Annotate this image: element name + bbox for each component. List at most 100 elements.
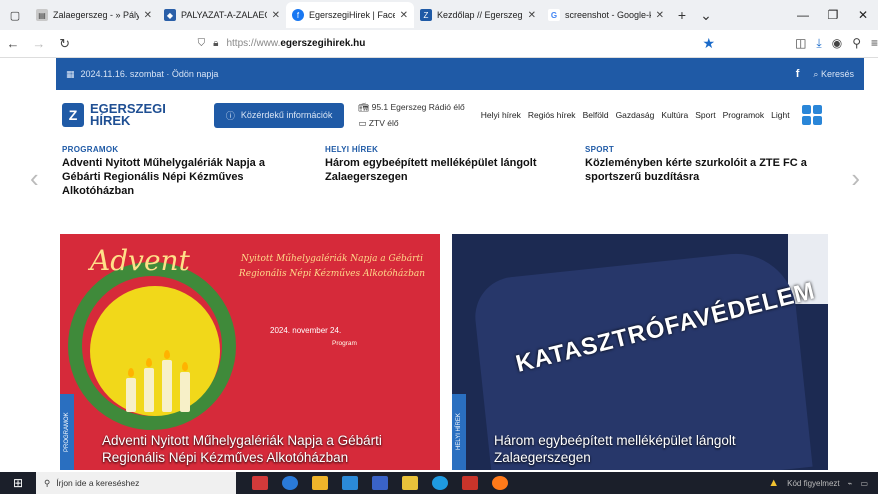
- browser-tab-5[interactable]: G screenshot - Google-ker ✕: [542, 2, 670, 28]
- folder-icon[interactable]: [312, 476, 328, 490]
- lock-icon[interactable]: 🔒︎: [213, 38, 218, 49]
- public-info-button[interactable]: ⓘ Közérdekű információk: [213, 102, 345, 128]
- card-title[interactable]: Három egybeépített melléképület lángolt …: [494, 432, 814, 466]
- menu-item-light[interactable]: Light: [771, 110, 789, 120]
- app-icon[interactable]: [282, 476, 298, 490]
- ticker-title[interactable]: Adventi Nyitott Műhelygalériák Napja a G…: [62, 156, 290, 198]
- app-icon[interactable]: [372, 476, 388, 490]
- app-icon[interactable]: [252, 476, 268, 490]
- notification-icon[interactable]: ▭: [860, 479, 868, 488]
- download-icon[interactable]: ⤓: [816, 36, 821, 51]
- candle-icon: [180, 362, 190, 412]
- tv-link[interactable]: ▭ ZTV élő: [358, 115, 464, 131]
- windows-taskbar: ⊞ ⚲ Írjon ide a kereséshez ▲ Kód figyelm…: [0, 472, 878, 494]
- poster-subtitle: Nyitott Műhelygalériák Napja a Gébárti R…: [238, 254, 426, 279]
- edge-icon[interactable]: [432, 476, 448, 490]
- site-search[interactable]: ⌕ Keresés: [813, 69, 854, 80]
- system-tray: ▲ Kód figyelmezt ⌁ ▭: [768, 477, 878, 489]
- ticker-category: SPORT: [585, 145, 615, 154]
- close-icon[interactable]: ✕: [656, 10, 664, 21]
- apps-grid-icon[interactable]: [801, 105, 822, 125]
- tv-icon: ▭: [358, 118, 367, 128]
- firefox-icon[interactable]: [492, 476, 508, 490]
- tray-text: Kód figyelmezt: [787, 478, 840, 488]
- main-menu: Helyi hírek Regiós hírek Belföld Gazdasá…: [481, 110, 790, 120]
- taskbar-search[interactable]: ⚲ Írjon ide a kereséshez: [36, 472, 236, 494]
- address-bar[interactable]: ⛉ 🔒︎ https://www.egerszegihirek.hu ★: [198, 35, 715, 52]
- card-title[interactable]: Adventi Nyitott Műhelygalériák Napja a G…: [102, 432, 422, 466]
- close-icon[interactable]: ✕: [272, 10, 280, 21]
- toolbar-icons: ◫ ⤓ ◉ ⚲ ≡: [795, 36, 878, 51]
- new-tab-icon[interactable]: +: [670, 7, 694, 23]
- chevron-down-icon[interactable]: ⌄: [694, 7, 718, 24]
- browser-tab-1[interactable]: ▤ Zalaegerszeg - » Pályázat ✕: [30, 2, 158, 28]
- url-prefix: https://www.: [226, 38, 281, 49]
- ticker-title[interactable]: Három egybeépített melléképület lángolt …: [325, 156, 553, 184]
- close-icon[interactable]: ✕: [144, 10, 152, 21]
- news-card-fire[interactable]: KATASZTRÓFAVÉDELEM HELYI HÍREK Három egy…: [452, 234, 828, 470]
- ticker-title[interactable]: Közleményben kérte szurkolóit a ZTE FC a…: [585, 156, 813, 184]
- browser-tab-4[interactable]: Z Kezdőlap // Egerszegi Hír ✕: [414, 2, 542, 28]
- close-icon[interactable]: ✕: [400, 10, 408, 21]
- ez-icon: Z: [420, 9, 432, 21]
- app-icon[interactable]: [402, 476, 418, 490]
- tab-actions-icon[interactable]: ▢: [0, 9, 30, 22]
- menu-item-regios-hirek[interactable]: Regiós hírek: [528, 110, 576, 120]
- doc-icon: ▤: [36, 9, 48, 21]
- reload-icon[interactable]: ↻: [52, 36, 78, 52]
- chevron-right-icon[interactable]: ›: [851, 163, 860, 194]
- facebook-icon[interactable]: f: [796, 68, 800, 80]
- bookmark-star-icon[interactable]: ★: [703, 35, 716, 52]
- warning-icon[interactable]: ▲: [768, 477, 779, 489]
- menu-item-helyi-hirek[interactable]: Helyi hírek: [481, 110, 521, 120]
- menu-item-belfold[interactable]: Belföld: [583, 110, 609, 120]
- search-icon: ⚲: [44, 477, 51, 488]
- browser-tab-2[interactable]: ◆ PALYAZAT-A-ZALAEGERS ✕: [158, 2, 286, 28]
- info-icon: ⓘ: [225, 110, 235, 121]
- logo-line-2: HÍREK: [90, 113, 131, 128]
- app-icon[interactable]: [342, 476, 358, 490]
- shield-icon[interactable]: ⛉: [198, 38, 206, 49]
- ticker-item[interactable]: HELYI HÍREK Három egybeépített melléképü…: [325, 145, 553, 184]
- close-icon[interactable]: ✕: [528, 10, 536, 21]
- news-card-advent[interactable]: Advent Nyitott Műhelygalériák Napja a Gé…: [60, 234, 440, 470]
- poster-heading: Advent: [90, 244, 190, 277]
- close-window-icon[interactable]: ✕: [848, 8, 878, 22]
- browser-navigation-bar: ← → ↻ ⛉ 🔒︎ https://www.egerszegihirek.hu…: [0, 30, 878, 58]
- search-label: Keresés: [820, 68, 854, 79]
- candle-icon: [144, 358, 154, 412]
- date-text: 2024.11.16. szombat · Ödön napja: [80, 69, 219, 79]
- site-header: Z EGERSZEGI HÍREK ⓘ Közérdekű információ…: [56, 90, 864, 140]
- media-links: 📻︎ 95.1 Egerszeg Rádió élő ▭ ZTV élő: [358, 99, 464, 131]
- radio-link[interactable]: 📻︎ 95.1 Egerszeg Rádió élő: [358, 99, 464, 115]
- card-category-label: PROGRAMOK: [60, 394, 74, 470]
- pocket-icon[interactable]: ◫: [795, 36, 806, 51]
- facebook-icon: f: [292, 9, 304, 21]
- menu-item-programok[interactable]: Programok: [723, 110, 765, 120]
- pinned-apps: [252, 476, 508, 490]
- account-icon[interactable]: ◉: [832, 36, 842, 51]
- ticker-item[interactable]: SPORT Közleményben kérte szurkolóit a ZT…: [585, 145, 813, 184]
- back-icon[interactable]: ←: [0, 36, 26, 51]
- menu-icon[interactable]: ≡: [871, 36, 878, 51]
- forward-icon[interactable]: →: [26, 36, 52, 51]
- menu-item-sport[interactable]: Sport: [695, 110, 715, 120]
- restore-icon[interactable]: ❐: [818, 8, 848, 22]
- windows-start-icon[interactable]: ⊞: [0, 476, 36, 490]
- ticker-item[interactable]: PROGRAMOK Adventi Nyitott Műhelygalériák…: [62, 145, 290, 198]
- window-controls: — ❐ ✕: [788, 8, 878, 22]
- tab-title: Zalaegerszeg - » Pályázat: [53, 10, 139, 20]
- browser-tab-3[interactable]: f EgerszegiHirek | Facebook ✕: [286, 2, 414, 28]
- news-ticker: ‹ PROGRAMOK Adventi Nyitott Műhelygaléri…: [30, 145, 860, 215]
- tab-title: screenshot - Google-ker: [565, 10, 651, 20]
- menu-item-kultura[interactable]: Kultúra: [661, 110, 688, 120]
- ticker-category: HELYI HÍREK: [325, 145, 379, 154]
- extensions-icon[interactable]: ⚲: [852, 36, 861, 51]
- chevron-left-icon[interactable]: ‹: [30, 163, 39, 194]
- menu-item-gazdasag[interactable]: Gazdaság: [616, 110, 655, 120]
- network-icon[interactable]: ⌁: [848, 479, 853, 488]
- app-icon[interactable]: [462, 476, 478, 490]
- gov-icon: ◆: [164, 9, 176, 21]
- site-logo[interactable]: Z EGERSZEGI HÍREK: [62, 102, 166, 128]
- minimize-icon[interactable]: —: [788, 8, 818, 22]
